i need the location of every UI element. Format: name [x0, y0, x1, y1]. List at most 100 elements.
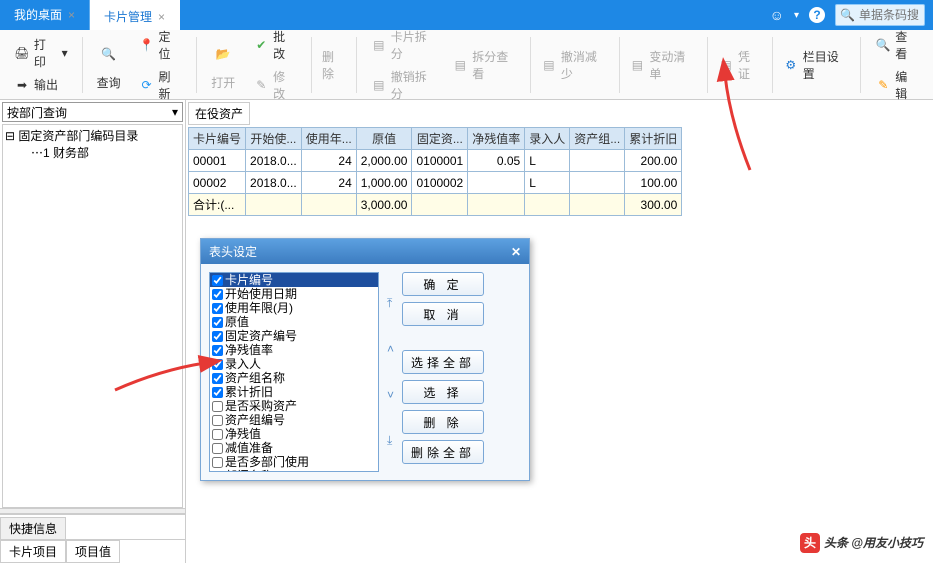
tree-root[interactable]: 固定资产部门编码目录 [18, 129, 138, 143]
dialog-title: 表头设定 [209, 243, 257, 260]
list-item[interactable]: 固定资产编号 [210, 329, 378, 343]
column-header[interactable]: 开始使... [246, 128, 302, 150]
export-button[interactable]: ➡输出 [10, 74, 72, 95]
search-input[interactable] [859, 8, 919, 22]
select-all-button[interactable]: 选择全部 [402, 350, 484, 374]
column-header[interactable]: 录入人 [525, 128, 570, 150]
voucher-button[interactable]: ▤凭证 [714, 46, 766, 84]
batch-button[interactable]: ✔批改 [249, 26, 301, 64]
delete-button[interactable]: 删 除 [402, 410, 484, 434]
search-box[interactable]: 🔍 [835, 4, 925, 26]
checkbox[interactable] [212, 401, 223, 412]
reorder-buttons: ⤒ ˄ ˅ ⤓ [387, 272, 394, 472]
close-icon[interactable]: ✕ [511, 245, 521, 259]
table-row[interactable]: 000012018.0...242,000.0001000010.05L200.… [189, 150, 682, 172]
help-icon[interactable]: ? [809, 7, 825, 23]
move-up-icon[interactable]: ˄ [387, 342, 394, 356]
checkbox[interactable] [212, 289, 223, 300]
list-item[interactable]: 部门名称 [210, 469, 378, 472]
user-icon[interactable]: ☺ [770, 7, 784, 23]
dialog-titlebar[interactable]: 表头设定 ✕ [201, 239, 529, 264]
delete-button[interactable]: 删除 [318, 46, 350, 84]
view-icon: 🔍 [875, 37, 891, 53]
checkbox[interactable] [212, 429, 223, 440]
chevron-down-icon[interactable]: ▾ [794, 10, 799, 21]
move-bottom-icon[interactable]: ⤓ [387, 433, 394, 448]
delete-all-button[interactable]: 删除全部 [402, 440, 484, 464]
modify-button[interactable]: ✎修改 [249, 66, 301, 104]
checkbox[interactable] [212, 471, 223, 473]
column-setting-button[interactable]: ⚙栏目设置 [779, 46, 855, 84]
checkbox[interactable] [212, 303, 223, 314]
tree-child[interactable]: ⋯1 财务部 [5, 144, 180, 161]
column-header[interactable]: 资产组... [570, 128, 625, 150]
checkbox[interactable] [212, 317, 223, 328]
split-icon: ▤ [371, 37, 387, 53]
asset-grid[interactable]: 卡片编号开始使...使用年...原值固定资...净残值率录入人资产组...累计折… [188, 127, 682, 216]
column-header[interactable]: 卡片编号 [189, 128, 246, 150]
list-item[interactable]: 减值准备 [210, 441, 378, 455]
checkbox[interactable] [212, 359, 223, 370]
checkbox[interactable] [212, 331, 223, 342]
column-header[interactable]: 原值 [356, 128, 412, 150]
list-item[interactable]: 开始使用日期 [210, 287, 378, 301]
close-icon[interactable]: × [68, 8, 75, 22]
checkbox[interactable] [212, 345, 223, 356]
move-top-icon[interactable]: ⤒ [387, 296, 394, 311]
print-button[interactable]: 🖨打印 ▾ [10, 34, 72, 72]
list-item[interactable]: 净残值 [210, 427, 378, 441]
close-icon[interactable]: × [158, 10, 165, 24]
move-down-icon[interactable]: ˅ [387, 388, 394, 402]
checkbox[interactable] [212, 387, 223, 398]
column-header[interactable]: 累计折旧 [625, 128, 682, 150]
column-listbox[interactable]: 卡片编号开始使用日期使用年限(月)原值固定资产编号净残值率录入人资产组名称累计折… [209, 272, 379, 472]
list-item[interactable]: 资产组名称 [210, 371, 378, 385]
undo-decrease-button[interactable]: ▤撤消减少 [537, 46, 613, 84]
list-item[interactable]: 使用年限(月) [210, 301, 378, 315]
query-mode-dropdown[interactable]: 按部门查询▾ [2, 102, 183, 122]
split-button[interactable]: ▤卡片拆分 [367, 26, 443, 64]
pencil-icon: ✎ [875, 77, 891, 93]
locate-button[interactable]: 📍定位 [135, 26, 187, 64]
tree-collapse-icon[interactable]: ⊟ [5, 129, 18, 143]
query-button[interactable]: 🔍查询 [89, 36, 129, 93]
unsplit-button[interactable]: ▤撤销拆分 [367, 66, 443, 104]
search-doc-icon: 🔍 [93, 38, 125, 70]
undo-icon: ▤ [371, 77, 387, 93]
left-panel: 按部门查询▾ ⊟ 固定资产部门编码目录 ⋯1 财务部 快捷信息 卡片项目 项目值 [0, 100, 186, 563]
view-icon: ▤ [452, 57, 468, 73]
select-button[interactable]: 选 择 [402, 380, 484, 404]
refresh-button[interactable]: ⟳刷新 [135, 66, 187, 104]
list-item[interactable]: 录入人 [210, 357, 378, 371]
list-item[interactable]: 累计折旧 [210, 385, 378, 399]
list-item[interactable]: 是否多部门使用 [210, 455, 378, 469]
chevron-down-icon: ▾ [172, 105, 178, 119]
list-item[interactable]: 净残值率 [210, 343, 378, 357]
view-button[interactable]: 🔍查看 [871, 26, 923, 64]
column-header[interactable]: 净残值率 [468, 128, 525, 150]
card-item-tab[interactable]: 卡片项目 [0, 540, 66, 563]
checkbox[interactable] [212, 443, 223, 454]
quick-info-tab[interactable]: 快捷信息 [0, 517, 66, 539]
cancel-button[interactable]: 取 消 [402, 302, 484, 326]
table-row[interactable]: 000022018.0...241,000.000100002L100.00 [189, 172, 682, 194]
checkbox[interactable] [212, 415, 223, 426]
column-header[interactable]: 使用年... [301, 128, 356, 150]
checkbox[interactable] [212, 373, 223, 384]
item-value-tab[interactable]: 项目值 [66, 540, 120, 563]
dept-tree[interactable]: ⊟ 固定资产部门编码目录 ⋯1 财务部 [2, 124, 183, 508]
folder-icon: 📂 [207, 38, 239, 70]
ok-button[interactable]: 确 定 [402, 272, 484, 296]
change-list-button[interactable]: ▤变动清单 [626, 46, 702, 84]
list-item[interactable]: 资产组编号 [210, 413, 378, 427]
column-header[interactable]: 固定资... [412, 128, 468, 150]
split-view-button[interactable]: ▤拆分查看 [448, 46, 524, 84]
checkbox[interactable] [212, 275, 223, 286]
open-button[interactable]: 📂打开 [203, 36, 243, 93]
tab-desktop[interactable]: 我的桌面× [0, 0, 90, 30]
list-item[interactable]: 卡片编号 [210, 273, 378, 287]
checkbox[interactable] [212, 457, 223, 468]
edit-button[interactable]: ✎编辑 [871, 66, 923, 104]
list-item[interactable]: 是否采购资产 [210, 399, 378, 413]
list-item[interactable]: 原值 [210, 315, 378, 329]
